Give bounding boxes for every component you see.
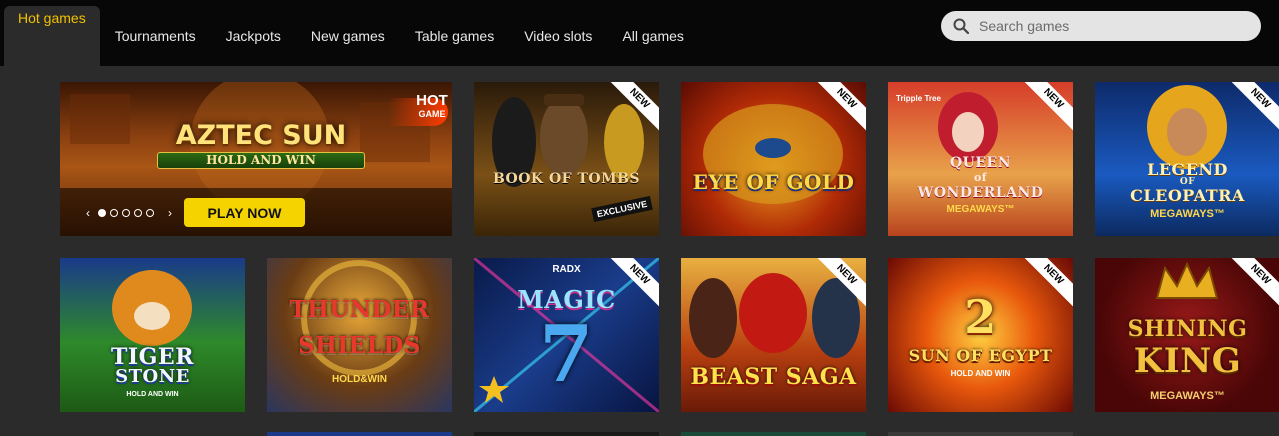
top-navigation-bar: Hot games Tournaments Jackpots New games… xyxy=(0,0,1279,66)
tab-tournaments[interactable]: Tournaments xyxy=(100,6,211,66)
game-tile-legend-of-cleopatra[interactable]: LEGEND OF CLEOPATRA MEGAWAYS™ NEW xyxy=(1095,82,1279,236)
game-tile-tiger-stone[interactable]: TIGER STONE HOLD AND WIN xyxy=(60,258,245,412)
game-number: 2 xyxy=(964,290,997,344)
carousel-dot[interactable] xyxy=(98,209,106,217)
carousel-controls: ‹ › xyxy=(82,206,176,220)
tab-new-games[interactable]: New games xyxy=(296,6,400,66)
hero-game-subtitle: HOLD AND WIN xyxy=(157,152,365,169)
game-tile-queen-of-wonderland[interactable]: Tripple Tree QUEEN of WONDERLAND MEGAWAY… xyxy=(888,82,1073,236)
game-title: KING xyxy=(1133,341,1242,381)
play-now-button[interactable]: PLAY NOW xyxy=(184,198,305,227)
game-tile-beast-saga[interactable]: BEAST SAGA NEW xyxy=(681,258,866,412)
tab-table-games[interactable]: Table games xyxy=(400,6,509,66)
game-subtitle: MEGAWAYS™ xyxy=(1150,208,1225,220)
search-box[interactable] xyxy=(941,11,1261,41)
game-tile-partial[interactable] xyxy=(681,432,866,436)
game-title: LEGEND xyxy=(1147,160,1228,179)
game-subtitle: HOLD AND WIN xyxy=(126,391,179,398)
game-art xyxy=(112,270,192,346)
carousel-dot[interactable] xyxy=(134,209,142,217)
game-tile-thunder-shields[interactable]: THUNDER SHIELDS HOLD&WIN xyxy=(267,258,452,412)
game-tile-partial[interactable] xyxy=(267,432,452,436)
carousel-dot[interactable] xyxy=(110,209,118,217)
search-icon[interactable] xyxy=(953,18,969,34)
studio-logo: Tripple Tree xyxy=(896,94,941,103)
game-subtitle: HOLD&WIN xyxy=(332,374,387,385)
tab-video-slots[interactable]: Video slots xyxy=(509,6,607,66)
tab-hot-games[interactable]: Hot games xyxy=(4,6,100,66)
game-title: STONE xyxy=(115,366,190,387)
game-title: TIGER xyxy=(110,344,194,370)
game-art xyxy=(703,104,843,204)
game-tile-partial[interactable] xyxy=(888,432,1073,436)
tab-jackpots[interactable]: Jackpots xyxy=(211,6,296,66)
game-title: SHIELDS xyxy=(298,332,421,359)
game-title: EYE OF GOLD xyxy=(692,170,855,194)
game-tile-book-of-tombs[interactable]: BOOK OF TOMBS EXCLUSIVE NEW xyxy=(474,82,659,236)
game-title: BOOK OF TOMBS xyxy=(492,171,641,187)
game-number: 7 xyxy=(539,309,594,400)
game-title: of xyxy=(973,171,988,184)
game-title: CLEOPATRA xyxy=(1130,186,1245,205)
game-title: BEAST SAGA xyxy=(690,364,857,390)
game-subtitle: MEGAWAYS™ xyxy=(946,204,1015,215)
game-subtitle: MEGAWAYS™ xyxy=(1150,390,1225,402)
hero-banner[interactable]: AZTEC SUN HOLD AND WIN HOT GAME ‹ › PLAY… xyxy=(60,82,452,236)
game-title: SUN OF EGYPT xyxy=(908,346,1053,365)
game-tile-eye-of-gold[interactable]: EYE OF GOLD NEW xyxy=(681,82,866,236)
game-tile-sun-of-egypt-2[interactable]: 2 SUN OF EGYPT HOLD AND WIN NEW xyxy=(888,258,1073,412)
carousel-dot[interactable] xyxy=(122,209,130,217)
hot-game-badge: HOT GAME xyxy=(388,92,452,128)
game-tile-magic-7[interactable]: RADX MAGIC 7 NEW xyxy=(474,258,659,412)
game-title: WONDERLAND xyxy=(917,185,1044,201)
game-title: QUEEN xyxy=(949,155,1012,171)
hero-game-logo: AZTEC SUN xyxy=(175,120,347,151)
category-tabs: Hot games Tournaments Jackpots New games… xyxy=(4,6,699,66)
tab-all-games[interactable]: All games xyxy=(607,6,698,66)
game-title: SHINING xyxy=(1127,316,1248,342)
game-tile-partial[interactable] xyxy=(474,432,659,436)
carousel-next-button[interactable]: › xyxy=(164,206,176,220)
game-title: THUNDER xyxy=(289,296,430,323)
search-input[interactable] xyxy=(979,18,1239,34)
carousel-prev-button[interactable]: ‹ xyxy=(82,206,94,220)
game-tile-shining-king[interactable]: SHINING KING MEGAWAYS™ NEW xyxy=(1095,258,1279,412)
game-subtitle: HOLD AND WIN xyxy=(950,369,1011,378)
carousel-dot[interactable] xyxy=(146,209,154,217)
